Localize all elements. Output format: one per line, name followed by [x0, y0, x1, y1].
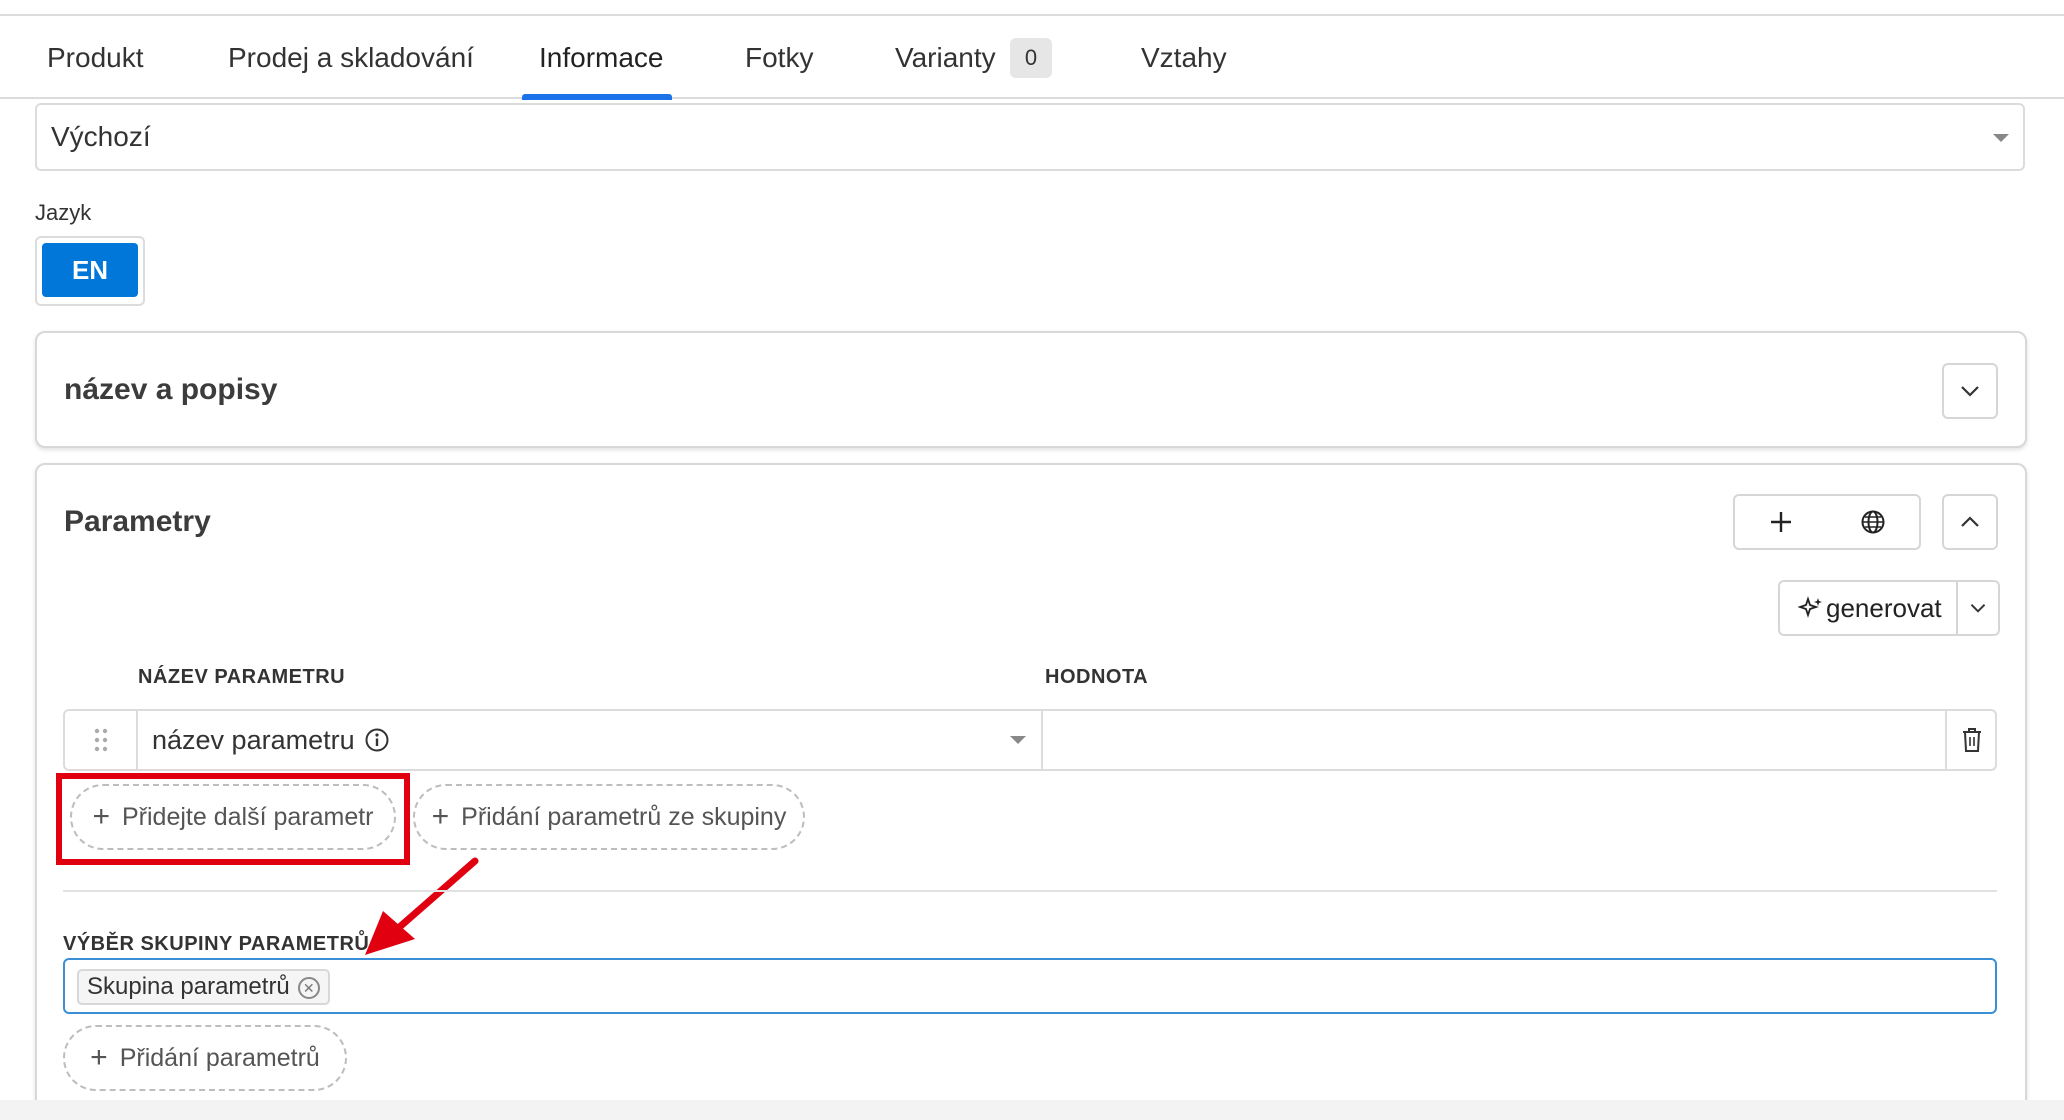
expand-names-button[interactable]: [1942, 363, 1998, 419]
sparkle-icon: [1798, 596, 1822, 618]
add-from-group-button[interactable]: + Přidání parametrů ze skupiny: [413, 784, 805, 850]
add-parameters-button[interactable]: + Přidání parametrů: [63, 1025, 347, 1091]
template-select[interactable]: Výchozí: [35, 103, 2025, 171]
drag-handle[interactable]: [65, 711, 138, 769]
parameter-group-input[interactable]: Skupina parametrů ✕: [63, 958, 1997, 1014]
column-header-value: HODNOTA: [1045, 666, 1149, 688]
add-parameters-label: Přidání parametrů: [119, 1043, 320, 1072]
info-icon[interactable]: [364, 727, 390, 753]
globe-icon[interactable]: [1860, 509, 1886, 535]
generate-options-button[interactable]: [1958, 599, 1998, 617]
caret-down-icon: [1993, 134, 2009, 142]
parameters-action-group: [1733, 494, 1921, 550]
add-from-group-label: Přidání parametrů ze skupiny: [461, 802, 787, 831]
names-descriptions-card: název a popisy: [35, 331, 2027, 448]
parameter-name-select[interactable]: název parametru: [138, 711, 1043, 769]
plus-icon[interactable]: [1768, 509, 1794, 535]
parameter-name-placeholder: název parametru: [152, 725, 355, 755]
annotation-arrow-icon: [365, 857, 479, 955]
tab-produkt[interactable]: Produkt: [47, 16, 144, 99]
close-circle-icon[interactable]: ✕: [297, 977, 320, 999]
chevron-down-icon: [1970, 604, 1986, 613]
language-switcher: EN: [35, 236, 145, 306]
collapse-parameters-button[interactable]: [1942, 494, 1998, 550]
tab-informace[interactable]: Informace: [539, 16, 664, 99]
caret-down-icon: [1010, 736, 1026, 744]
plus-icon: +: [431, 800, 450, 833]
template-select-value: Výchozí: [51, 121, 151, 152]
generate-button[interactable]: generovat: [1780, 582, 1958, 634]
names-card-title: název a popisy: [64, 373, 278, 406]
varianty-count-badge: 0: [1010, 38, 1052, 78]
parameter-row: název parametru: [63, 709, 1997, 771]
parameters-card-title: Parametry: [64, 505, 211, 538]
group-section-label: VÝBĚR SKUPINY PARAMETRŮ: [63, 933, 370, 955]
group-chip-label: Skupina parametrů: [87, 973, 290, 1000]
tab-vztahy[interactable]: Vztahy: [1141, 16, 1227, 99]
tab-bar: Produkt Prodej a skladování Informace Fo…: [0, 16, 2064, 99]
highlight-box: [56, 773, 410, 865]
group-chip: Skupina parametrů ✕: [77, 969, 330, 1005]
language-button-en[interactable]: EN: [42, 243, 138, 297]
delete-row-button[interactable]: [1945, 711, 1997, 769]
tab-varianty[interactable]: Varianty: [895, 16, 996, 99]
language-label: Jazyk: [35, 200, 92, 225]
active-tab-indicator: [522, 94, 672, 100]
tab-prodej-a-skladovani[interactable]: Prodej a skladování: [228, 16, 474, 99]
generate-split-button: generovat: [1778, 580, 2000, 636]
chevron-down-icon: [1961, 386, 1979, 397]
parameter-value-input[interactable]: [1045, 711, 1925, 769]
section-divider: [63, 890, 1997, 892]
generate-label: generovat: [1826, 592, 1942, 623]
plus-icon: +: [90, 1041, 108, 1074]
column-header-name: NÁZEV PARAMETRU: [138, 666, 346, 688]
chevron-up-icon: [1961, 516, 1979, 527]
trash-icon: [1963, 728, 1981, 752]
bottom-edge: [0, 1100, 2064, 1120]
drag-dots-icon: [94, 728, 107, 752]
tab-fotky[interactable]: Fotky: [745, 16, 813, 99]
